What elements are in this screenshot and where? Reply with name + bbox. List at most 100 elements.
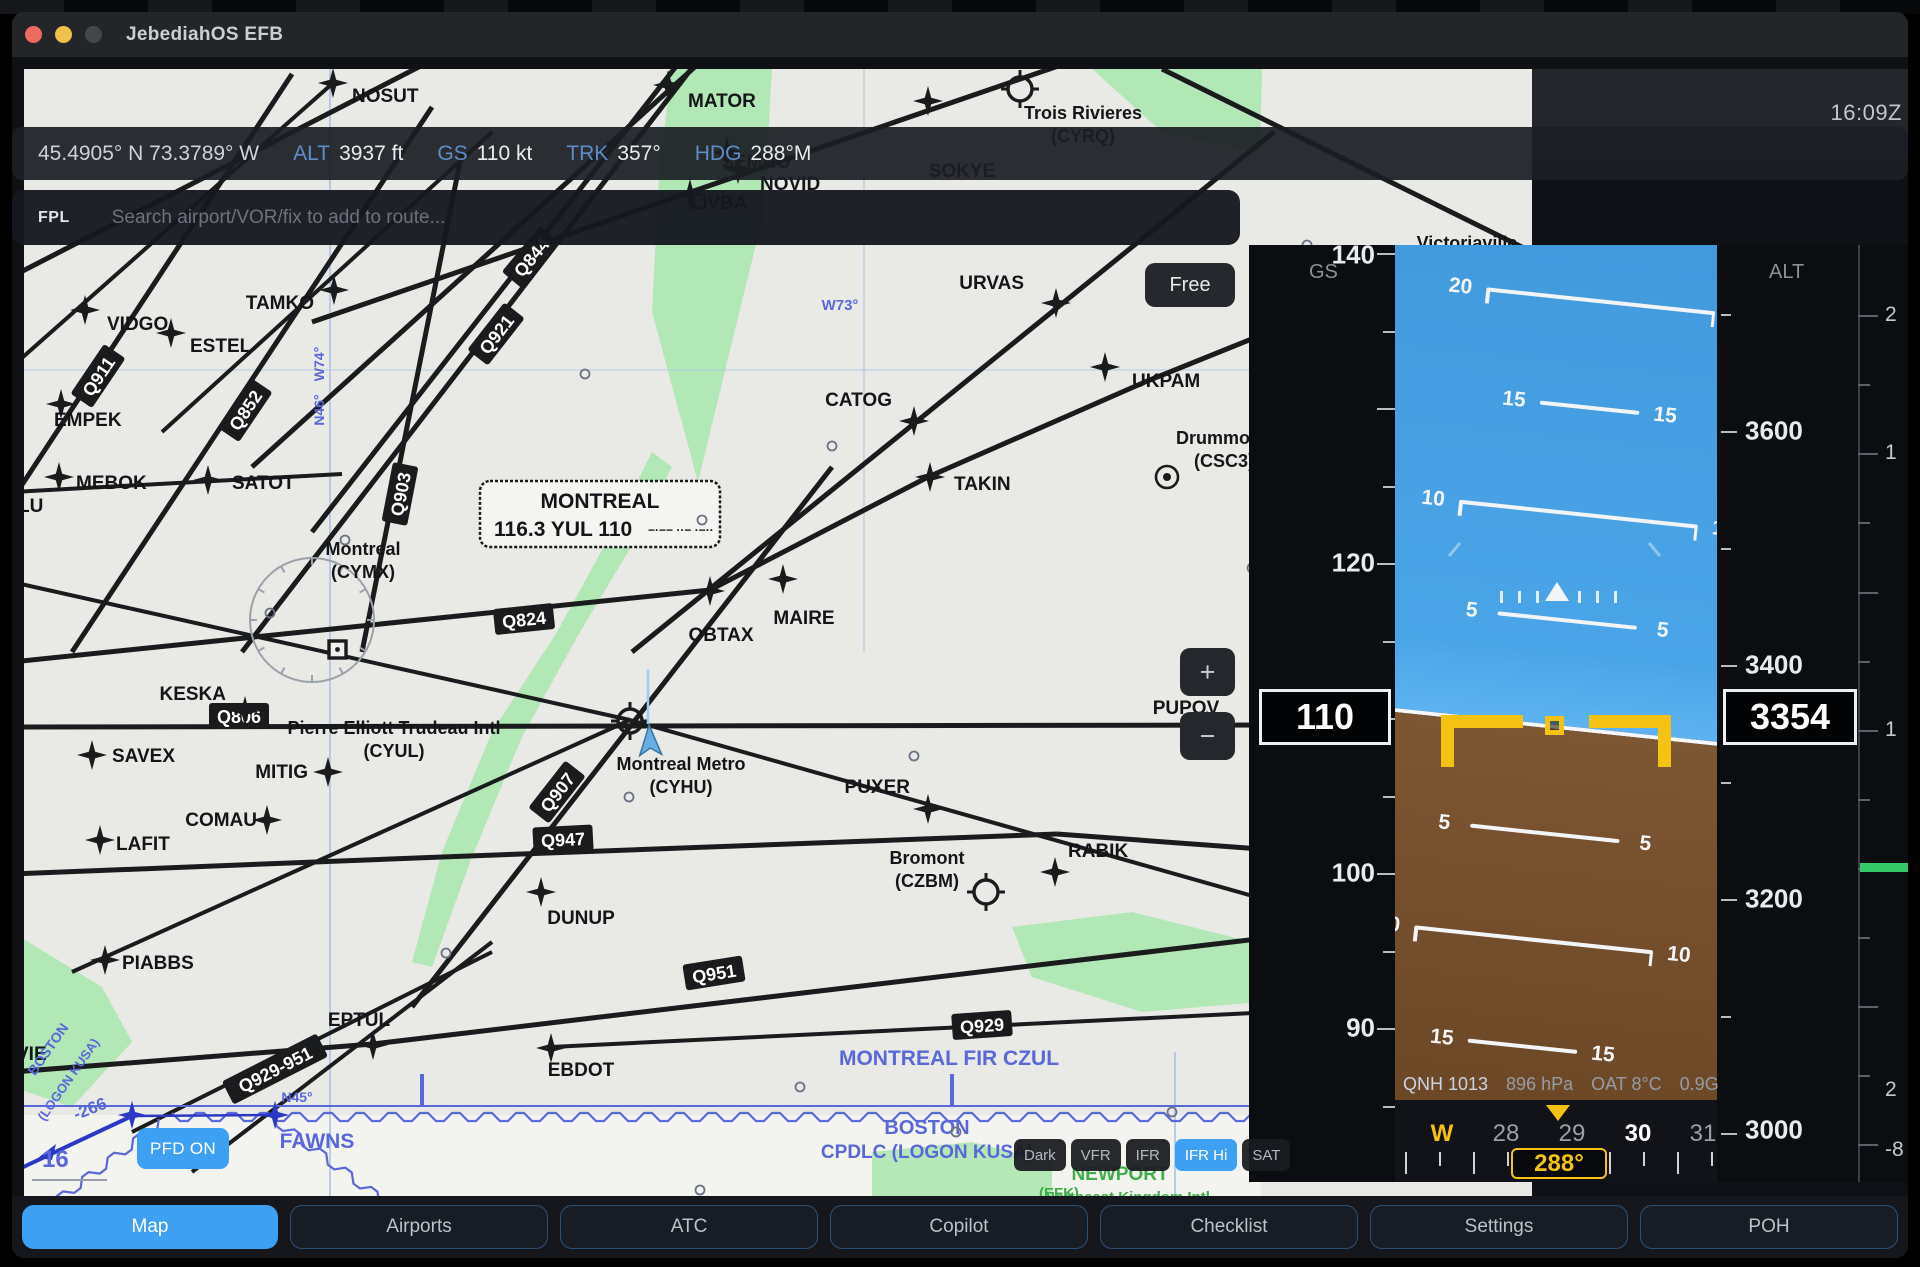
svg-text:Q929: Q929 [959, 1014, 1004, 1037]
pfd-element [1858, 730, 1878, 732]
heading-element [1677, 1152, 1679, 1174]
waypoint-label: TAMKO [246, 293, 314, 314]
airport-label: Trois Rivieres [1024, 103, 1142, 123]
waypoint-label: VIDGO [107, 314, 168, 335]
altitude-label: ALT [293, 142, 330, 165]
flight-status-bar: 45.4905° N 73.3789° W ALT3937 ft GS110 k… [12, 127, 1908, 180]
pfd-element [1858, 1075, 1870, 1077]
svg-text:MONTREAL: MONTREAL [541, 490, 660, 513]
waypoint-label: COMAU [185, 810, 257, 831]
map-mode-free-button[interactable]: Free [1145, 263, 1235, 307]
title-bar: JebediahOS EFB [12, 12, 1908, 57]
minimize-window-button[interactable] [55, 26, 72, 43]
map-layer-dark[interactable]: Dark [1014, 1139, 1066, 1171]
zoom-window-button[interactable] [85, 26, 102, 43]
waypoint-label: SATOT [232, 473, 295, 494]
pfd-element [1858, 799, 1870, 801]
waypoint-label: EBDOT [548, 1060, 615, 1081]
altitude-value: 3937 ft [339, 142, 403, 165]
pfd-toggle-button[interactable]: PFD ON [137, 1128, 229, 1169]
tab-airports[interactable]: Airports [290, 1205, 548, 1249]
vor-info-box: MONTREAL116.3 YUL 110−·−− ··− ·−·· [480, 481, 720, 547]
heading-element [1609, 1152, 1611, 1174]
primary-flight-display: 2015151010555510101515QNH 1013896 hPaOAT… [1249, 245, 1908, 1182]
waypoint-label: EMPEK [54, 410, 122, 431]
route-search-input[interactable]: Search airport/VOR/fix to add to route..… [112, 207, 446, 229]
tab-checklist[interactable]: Checklist [1100, 1205, 1358, 1249]
pfd-element [1721, 431, 1737, 433]
chart-label-blue: W74° [311, 347, 327, 381]
altitude-tape-number: 3600 [1745, 416, 1803, 447]
map-layer-vfr[interactable]: VFR [1071, 1139, 1121, 1171]
pfd-data-row: QNH 1013896 hPaOAT 8°C0.9G [1395, 1071, 1717, 1097]
attitude-indicator: 2015151010555510101515 [1395, 245, 1717, 1182]
vsi-number: 1 [1885, 441, 1897, 465]
pfd-element [1383, 951, 1395, 953]
airport-label: Montreal [325, 539, 400, 559]
chart-label-blue: N45° [281, 1089, 312, 1105]
waypoint-label: PUXER [845, 777, 911, 798]
heading-label: HDG [695, 142, 742, 165]
tab-copilot[interactable]: Copilot [830, 1205, 1088, 1249]
heading-tape-number: 28 [1493, 1120, 1520, 1148]
waypoint-label: PIABBS [122, 953, 194, 974]
pfd-element [1721, 548, 1731, 550]
altitude-tape-number: 3400 [1745, 650, 1803, 681]
speed-tape-number: 120 [1249, 548, 1375, 579]
pfd-element [1383, 331, 1395, 333]
airport-label: (CYHU) [650, 777, 713, 797]
waypoint-label: EPTUL [328, 1010, 391, 1031]
pfd-element [1377, 563, 1395, 565]
map-layer-ifr-hi[interactable]: IFR Hi [1175, 1139, 1238, 1171]
pfd-element [1377, 253, 1395, 255]
chart-label: LU [24, 496, 43, 517]
pfd-element [1858, 315, 1878, 317]
airspeed-readout: 110 [1259, 689, 1391, 745]
zoom-out-button[interactable]: − [1180, 712, 1235, 760]
qnh-setting: QNH 1013 [1403, 1074, 1488, 1095]
groundspeed-value: 110 kt [477, 142, 533, 165]
svg-text:Q947: Q947 [541, 829, 586, 851]
heading-tape-number: 29 [1559, 1120, 1586, 1148]
speed-tape-number: 100 [1249, 858, 1375, 889]
map-layer-sat[interactable]: SAT [1242, 1139, 1290, 1171]
pfd-element [1721, 1016, 1731, 1018]
waypoint-label: MEBOK [76, 473, 147, 494]
map-layer-ifr[interactable]: IFR [1126, 1139, 1170, 1171]
tab-poh[interactable]: POH [1640, 1205, 1898, 1249]
chart-label-blue: W73° [822, 297, 859, 314]
bottom-tab-bar: Map Airports ATC Copilot Checklist Settings PO… [12, 1196, 1908, 1258]
qroute-label: Q929 [951, 1010, 1013, 1040]
pfd-element [1858, 384, 1870, 386]
tab-settings[interactable]: Settings [1370, 1205, 1628, 1249]
pfd-element [1377, 408, 1395, 410]
airport-label: Pierre Elliott Trudeau Intl [287, 718, 500, 738]
tab-atc[interactable]: ATC [560, 1205, 818, 1249]
chart-label-blue: N46° [311, 394, 327, 425]
flight-path-marker [1545, 716, 1564, 735]
heading-element [1643, 1152, 1645, 1166]
heading-element [1711, 1152, 1713, 1166]
airport-label: Montreal Metro [616, 754, 745, 774]
waypoint-label: MITIG [255, 762, 308, 783]
pfd-element [1858, 453, 1878, 455]
pfd-element [1383, 796, 1395, 798]
heading-tape-number: 31 [1690, 1120, 1717, 1148]
waypoint-label: ESTEL [190, 336, 252, 357]
vsi-number: 1 [1885, 718, 1897, 742]
svg-text:116.3 YUL 110: 116.3 YUL 110 [494, 518, 632, 541]
waypoint-label: CATOG [825, 390, 892, 411]
heading-pointer-icon [1546, 1105, 1570, 1121]
altitude-tape-label: ALT [1769, 261, 1804, 284]
heading-strip: W28293031288° [1395, 1100, 1717, 1182]
speed-tape-number: 140 [1249, 245, 1375, 271]
heading-element [1405, 1152, 1407, 1174]
zoom-in-button[interactable]: + [1180, 648, 1235, 696]
tab-map[interactable]: Map [22, 1205, 278, 1249]
waypoint-label: URVAS [959, 273, 1024, 294]
pfd-element [1721, 1133, 1737, 1135]
fpl-label: FPL [38, 209, 70, 227]
airport-label: (CYMX) [331, 562, 395, 582]
close-window-button[interactable] [25, 26, 42, 43]
position-coordinates: 45.4905° N 73.3789° W [38, 142, 259, 166]
